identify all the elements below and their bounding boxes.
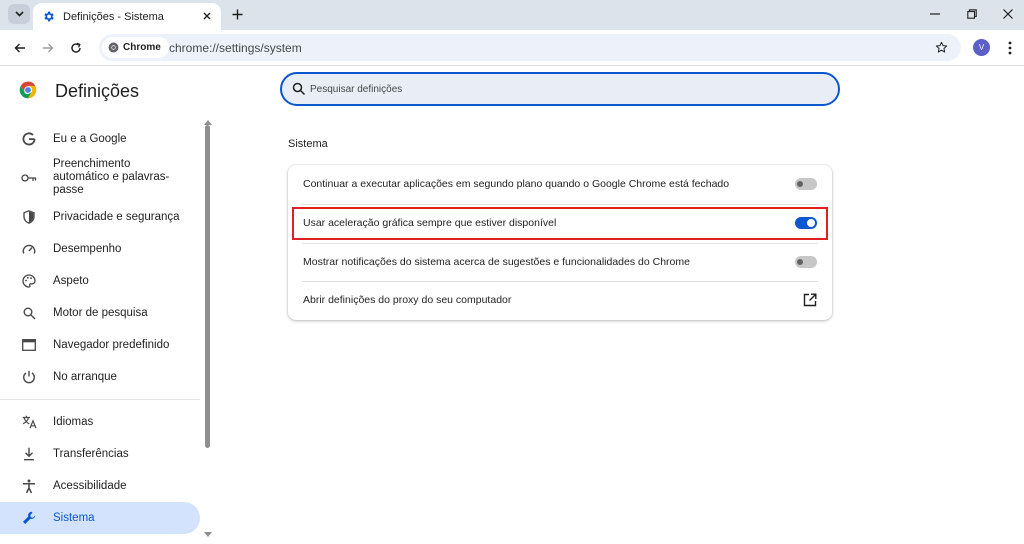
restore-button[interactable] (957, 3, 987, 25)
close-icon (1003, 9, 1013, 19)
setting-label: Continuar a executar aplicações em segun… (303, 178, 730, 190)
arrow-forward-icon (43, 43, 54, 53)
chrome-logo-icon (19, 81, 37, 99)
sidebar-item-appearance[interactable]: Aspeto (0, 268, 200, 294)
scroll-down-arrow-icon[interactable] (204, 532, 212, 538)
sidebar-item-default-browser[interactable]: Navegador predefinido (0, 332, 200, 358)
arrow-back-icon (14, 43, 25, 53)
sidebar-item-label: No arranque (53, 371, 117, 383)
sidebar-item-on-startup[interactable]: No arranque (0, 364, 200, 390)
chevron-down-icon (14, 11, 24, 17)
sidebar-item-label: Motor de pesquisa (53, 307, 148, 319)
system-notifications-toggle[interactable] (795, 256, 817, 268)
sidebar-item-accessibility[interactable]: Acessibilidade (0, 473, 200, 499)
setting-row-proxy[interactable]: Abrir definições do proxy do seu computa… (288, 281, 832, 320)
profile-avatar[interactable]: V (973, 39, 990, 56)
browser-window-icon (21, 337, 37, 353)
key-icon (21, 170, 37, 186)
translate-icon (21, 414, 37, 430)
sidebar-item-label: Sistema (53, 512, 95, 524)
toggle-knob (797, 259, 803, 265)
sidebar-item-label: Eu e a Google (53, 133, 127, 145)
search-input[interactable] (310, 80, 810, 98)
tab-strip: Definições - Sistema (0, 0, 1024, 30)
settings-sidebar: Eu e a Google Preenchimento automático e… (0, 118, 215, 544)
search-icon (21, 305, 37, 321)
back-button[interactable] (10, 38, 30, 58)
sidebar-item-system[interactable]: Sistema (0, 502, 200, 534)
shield-icon (21, 209, 37, 225)
speedometer-icon (21, 241, 37, 257)
sidebar-item-languages[interactable]: Idiomas (0, 409, 200, 435)
forward-button[interactable] (38, 38, 58, 58)
power-icon (21, 369, 37, 385)
wrench-icon (21, 510, 37, 526)
sidebar-item-search-engine[interactable]: Motor de pesquisa (0, 300, 200, 326)
accessibility-icon (21, 478, 37, 494)
more-vert-icon (1008, 41, 1012, 55)
section-title: Sistema (288, 138, 328, 150)
sidebar-item-label: Preenchimento automático e palavras-pass… (53, 158, 170, 196)
sidebar-item-downloads[interactable]: Transferências (0, 441, 200, 467)
setting-row-system-notifications[interactable]: Mostrar notificações do sistema acerca d… (288, 243, 832, 282)
sidebar-item-label: Transferências (53, 448, 129, 460)
sidebar-item-you-and-google[interactable]: Eu e a Google (0, 126, 200, 152)
sidebar-item-label: Privacidade e segurança (53, 211, 180, 223)
minimize-icon (930, 13, 940, 15)
setting-label: Abrir definições do proxy do seu computa… (303, 294, 512, 306)
menu-button[interactable] (1003, 38, 1017, 58)
sidebar-divider (0, 399, 200, 400)
chrome-logo-icon (108, 42, 119, 53)
settings-gear-icon (42, 10, 55, 23)
toggle-knob (797, 181, 803, 187)
setting-row-background-apps[interactable]: Continuar a executar aplicações em segun… (288, 165, 832, 204)
site-info-chip[interactable]: Chrome (102, 37, 169, 58)
reload-button[interactable] (66, 38, 86, 58)
sidebar-item-label: Aspeto (53, 275, 89, 287)
settings-search[interactable] (280, 72, 840, 106)
tab-title: Definições - Sistema (63, 10, 164, 23)
chip-label: Chrome (123, 42, 161, 53)
tab-search-button[interactable] (8, 4, 30, 24)
sidebar-item-label: Navegador predefinido (53, 339, 170, 351)
url-text[interactable]: chrome://settings/system (169, 41, 302, 55)
tab-settings[interactable]: Definições - Sistema (33, 3, 221, 30)
settings-page: Definições Eu e a Google Preenchimento a… (0, 66, 1024, 544)
sidebar-item-label: Idiomas (53, 416, 94, 428)
plus-icon (232, 9, 242, 19)
sidebar-item-label: Desempenho (53, 243, 122, 255)
sidebar-item-label: Acessibilidade (53, 480, 127, 492)
google-g-icon (21, 131, 37, 147)
system-settings-card: Continuar a executar aplicações em segun… (288, 165, 832, 320)
sidebar-item-performance[interactable]: Desempenho (0, 236, 200, 262)
restore-icon (967, 9, 977, 19)
bookmark-star-icon[interactable] (933, 39, 949, 55)
highlight-box (292, 207, 828, 240)
palette-icon (21, 273, 37, 289)
close-tab-icon[interactable] (199, 8, 215, 24)
reload-icon (71, 42, 81, 53)
toolbar: Chrome chrome://settings/system V (0, 30, 1024, 66)
page-title: Definições (55, 81, 140, 101)
background-apps-toggle[interactable] (795, 178, 817, 190)
download-icon (21, 446, 37, 462)
open-in-new-icon[interactable] (803, 293, 817, 307)
new-tab-button[interactable] (228, 5, 246, 23)
search-icon (292, 82, 306, 96)
sidebar-scrollbar-thumb[interactable] (205, 125, 210, 448)
setting-label: Mostrar notificações do sistema acerca d… (303, 256, 690, 268)
address-bar[interactable]: Chrome chrome://settings/system (99, 34, 961, 61)
close-window-button[interactable] (993, 3, 1023, 25)
minimize-button[interactable] (920, 3, 950, 25)
sidebar-item-privacy[interactable]: Privacidade e segurança (0, 204, 200, 230)
sidebar-item-autofill[interactable]: Preenchimento automático e palavras-pass… (0, 156, 200, 200)
